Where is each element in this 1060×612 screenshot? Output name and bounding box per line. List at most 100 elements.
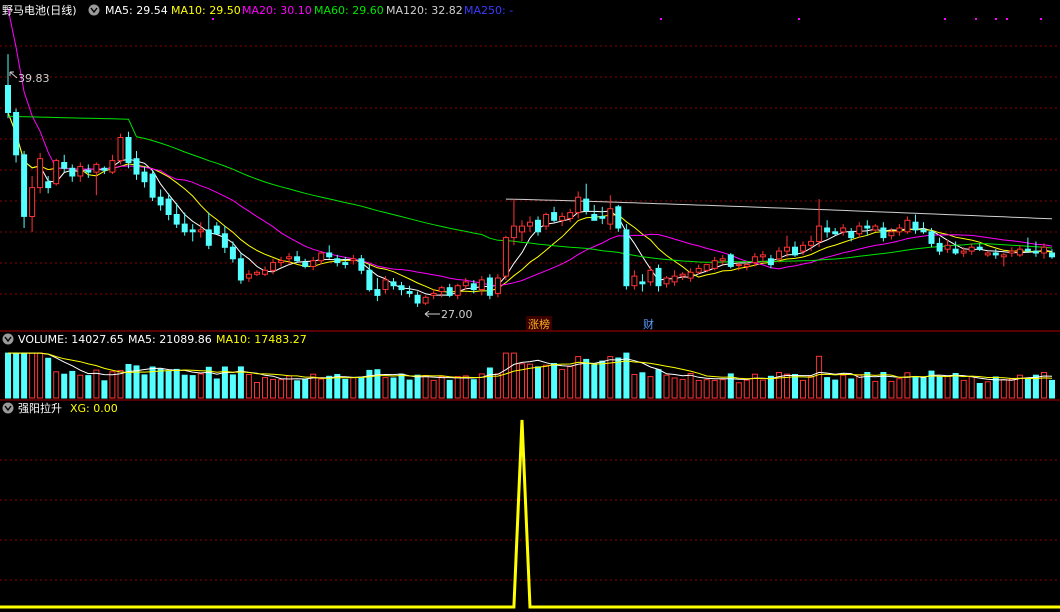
volume-bar xyxy=(1049,379,1055,399)
candle xyxy=(406,285,413,298)
candle xyxy=(856,222,863,238)
volume-bar xyxy=(792,374,798,399)
volume-ma10-label: MA10: 17483.27 xyxy=(216,333,307,346)
ma120-label: MA120: 32.82 xyxy=(386,4,463,17)
candle xyxy=(1000,253,1007,267)
candle xyxy=(486,274,493,300)
ma20-label: MA20: 30.10 xyxy=(242,4,312,17)
candle xyxy=(422,295,429,305)
candle xyxy=(454,283,461,300)
candle xyxy=(254,270,260,277)
volume-bar xyxy=(703,379,710,399)
volume-bar xyxy=(655,369,662,399)
main-header: 野马电池(日线) MA5: 29.54 MA10: 29.50 MA20: 30… xyxy=(2,3,513,17)
candle xyxy=(984,251,991,257)
volume-bar xyxy=(189,375,196,399)
volume-bar xyxy=(462,375,469,399)
collapse-icon[interactable] xyxy=(2,333,14,345)
ma10-label: MA10: 29.50 xyxy=(171,4,241,17)
volume-bar xyxy=(671,377,678,399)
volume-bar xyxy=(406,379,413,399)
volume-bar xyxy=(960,379,967,399)
volume-bar xyxy=(358,376,365,399)
collapse-icon[interactable] xyxy=(2,402,14,414)
volume-bar xyxy=(494,373,501,399)
indicator-value: XG: 0.00 xyxy=(70,402,118,415)
moving-average-lines xyxy=(7,8,1053,296)
high-price-label: 39.83 xyxy=(18,72,50,85)
collapse-icon[interactable] xyxy=(88,4,100,16)
candle xyxy=(237,253,244,284)
candle xyxy=(302,258,309,269)
volume-bar xyxy=(93,369,100,399)
candle xyxy=(711,256,718,271)
volume-bar xyxy=(53,371,60,399)
candle xyxy=(5,54,11,119)
volume-bar xyxy=(318,378,325,399)
candle xyxy=(663,276,670,288)
volume-bar xyxy=(984,381,991,399)
candle xyxy=(85,164,92,178)
ma5-label: MA5: 29.54 xyxy=(105,4,168,17)
volume-bar xyxy=(390,377,397,399)
signal-line xyxy=(0,419,1060,609)
volume-bar xyxy=(976,383,983,399)
volume-bar xyxy=(374,369,381,399)
candle xyxy=(358,254,365,275)
candle xyxy=(607,195,614,230)
stock-chart[interactable]: 野马电池(日线) MA5: 29.54 MA10: 29.50 MA20: 30… xyxy=(0,0,1060,612)
candlesticks xyxy=(5,54,1055,307)
candle xyxy=(655,264,662,292)
volume-bar xyxy=(270,378,276,399)
volume-bar xyxy=(559,368,566,399)
candle xyxy=(1024,237,1031,253)
volume-bar xyxy=(254,382,260,399)
volume-header: VOLUME: 14027.65 MA5: 21089.86 MA10: 174… xyxy=(2,333,307,346)
tag-label-1[interactable]: 涨榜 xyxy=(528,317,550,331)
candle xyxy=(213,222,220,235)
candle xyxy=(374,278,381,302)
candle xyxy=(551,206,558,223)
candle xyxy=(872,224,879,232)
event-marker xyxy=(995,18,997,20)
candle xyxy=(936,237,943,255)
grid-lines xyxy=(0,18,1060,581)
volume-bar xyxy=(968,376,975,399)
candle xyxy=(639,274,646,292)
candle xyxy=(382,276,389,294)
low-price-label: 27.00 xyxy=(441,308,473,321)
volume-bar xyxy=(173,368,180,399)
candle xyxy=(197,222,204,238)
candle xyxy=(510,199,517,246)
candle xyxy=(599,206,606,225)
volume-bar xyxy=(535,366,541,399)
volume-bar xyxy=(920,377,927,399)
candle xyxy=(535,216,541,236)
candle xyxy=(342,256,349,269)
event-marker xyxy=(975,18,977,20)
candle xyxy=(318,251,325,265)
candle xyxy=(759,251,766,263)
volume-bar xyxy=(1024,377,1031,399)
candle xyxy=(149,170,156,202)
candle xyxy=(478,276,485,296)
volume-bar xyxy=(422,375,429,399)
candle xyxy=(93,162,100,196)
candle xyxy=(543,212,550,230)
volume-bar xyxy=(687,373,694,399)
candle xyxy=(631,270,638,290)
tag-label-2[interactable]: 财 xyxy=(643,317,654,331)
volume-bar xyxy=(165,370,172,399)
volume-bar xyxy=(743,379,750,399)
candle xyxy=(1041,243,1047,259)
volume-bar xyxy=(591,364,598,399)
volume-bar xyxy=(245,374,252,399)
volume-bar xyxy=(767,375,774,399)
volume-bar xyxy=(45,357,52,399)
volume-bar xyxy=(382,377,389,399)
candle xyxy=(502,235,509,280)
volume-bar xyxy=(631,374,638,399)
candle xyxy=(671,270,678,286)
candle xyxy=(527,216,533,232)
stock-title: 野马电池(日线) xyxy=(2,3,77,17)
